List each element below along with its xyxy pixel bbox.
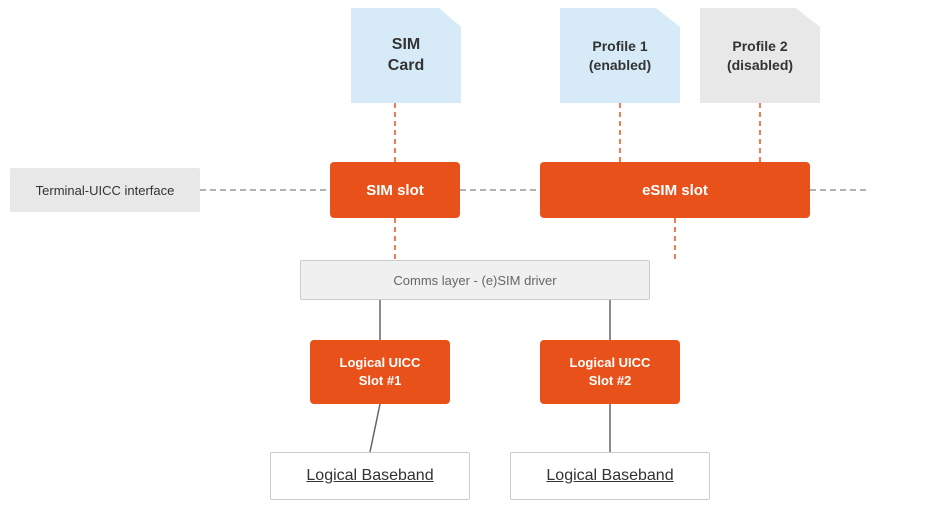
profile1-label: Profile 1(enabled) bbox=[560, 8, 680, 103]
terminal-uicc-box: Terminal-UICC interface bbox=[10, 168, 200, 212]
logical-baseband2-box: Logical Baseband bbox=[510, 452, 710, 500]
logical-baseband1-box: Logical Baseband bbox=[270, 452, 470, 500]
comms-layer-label: Comms layer - (e)SIM driver bbox=[393, 273, 556, 288]
terminal-uicc-label: Terminal-UICC interface bbox=[36, 183, 175, 198]
sim-slot-label: SIM slot bbox=[366, 182, 424, 199]
comms-layer-box: Comms layer - (e)SIM driver bbox=[300, 260, 650, 300]
architecture-diagram: SIM Card Profile 1(enabled) Profile 2(di… bbox=[0, 0, 935, 519]
logical-uicc-slot2-box: Logical UICCSlot #2 bbox=[540, 340, 680, 404]
logical-uicc-slot2-label: Logical UICCSlot #2 bbox=[570, 354, 651, 390]
sim-card-label: SIM Card bbox=[351, 8, 461, 103]
esim-slot-label: eSIM slot bbox=[642, 182, 708, 199]
logical-uicc-slot1-box: Logical UICCSlot #1 bbox=[310, 340, 450, 404]
logical-uicc-slot1-label: Logical UICCSlot #1 bbox=[340, 354, 421, 390]
sim-slot-box: SIM slot bbox=[330, 162, 460, 218]
esim-slot-box: eSIM slot bbox=[540, 162, 810, 218]
logical-baseband1-label: Logical Baseband bbox=[306, 467, 433, 485]
logical-baseband2-label: Logical Baseband bbox=[546, 467, 673, 485]
profile2-label: Profile 2(disabled) bbox=[700, 8, 820, 103]
